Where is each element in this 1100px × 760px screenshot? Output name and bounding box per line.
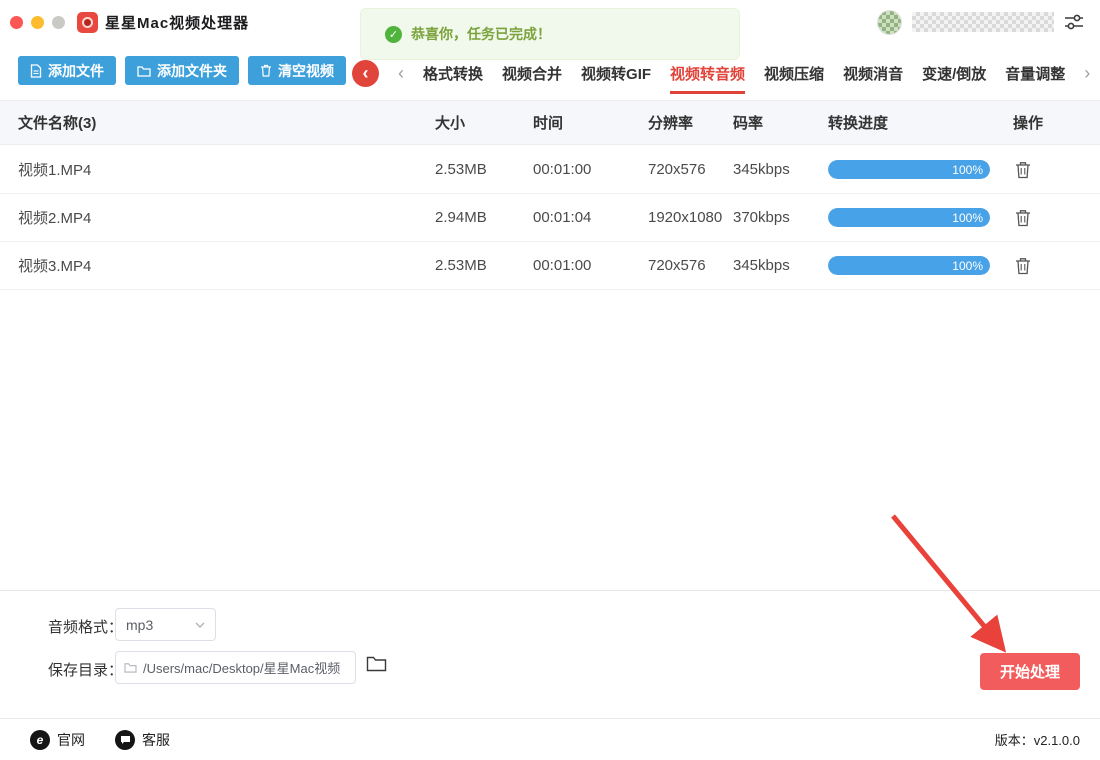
file-size: 2.53MB (435, 257, 487, 274)
trash-icon (261, 64, 271, 77)
col-bitrate: 码率 (733, 115, 764, 132)
delete-row-button[interactable] (1013, 159, 1100, 181)
start-processing-button[interactable]: 开始处理 (980, 653, 1080, 690)
add-folder-button[interactable]: 添加文件夹 (125, 56, 239, 85)
delete-row-button[interactable] (1013, 207, 1100, 229)
add-file-label: 添加文件 (48, 62, 104, 79)
progress-bar: 100% (828, 160, 990, 179)
footer: e 官网 客服 版本：v2.1.0.0 (0, 718, 1100, 760)
file-resolution: 720x576 (648, 257, 706, 274)
username-redacted (912, 12, 1054, 32)
file-name: 视频3.MP4 (18, 258, 92, 275)
tune-icon (1065, 14, 1083, 30)
official-site-link[interactable]: e 官网 (30, 729, 85, 750)
zoom-window-icon[interactable] (52, 15, 65, 29)
official-site-icon: e (30, 729, 50, 750)
tab-volume-adjust[interactable]: 音量调整 (1005, 63, 1065, 84)
add-folder-label: 添加文件夹 (157, 62, 227, 79)
file-name: 视频2.MP4 (18, 210, 92, 227)
window-controls (10, 15, 65, 29)
save-dir-label: 保存目录： (48, 662, 124, 679)
tabs-scroll-right-icon[interactable]: › (1084, 64, 1090, 82)
col-action: 操作 (1013, 115, 1044, 132)
app-logo-icon (77, 11, 98, 33)
file-resolution: 720x576 (648, 161, 706, 178)
clear-videos-label: 清空视频 (278, 62, 334, 79)
minimize-window-icon[interactable] (31, 15, 44, 29)
user-avatar[interactable] (877, 9, 902, 35)
version-text: 版本：v2.1.0.0 (994, 733, 1080, 748)
file-size: 2.94MB (435, 209, 487, 226)
folder-icon (137, 65, 151, 77)
app-title: 星星Mac视频处理器 (105, 14, 250, 32)
titlebar-right (877, 0, 1084, 44)
file-name: 视频1.MP4 (18, 162, 92, 179)
col-resolution: 分辨率 (648, 115, 694, 132)
success-toast: ✓ 恭喜你，任务已完成！ (360, 8, 740, 60)
col-name: 文件名称(3) (18, 115, 97, 132)
file-duration: 00:01:00 (533, 257, 592, 274)
table-row[interactable]: 视频1.MP4 2.53MB 00:01:00 720x576 345kbps … (0, 146, 1100, 194)
tab-video-compress[interactable]: 视频压缩 (764, 63, 824, 84)
file-bitrate: 345kbps (733, 257, 790, 274)
progress-value: 100% (828, 256, 990, 275)
output-settings-panel: 音频格式： mp3 保存目录： /Users/mac/Desktop/星星Mac… (0, 590, 1100, 718)
feature-tabs: ‹ ‹ 格式转换 视频合并 视频转GIF 视频转音频 视频压缩 视频消音 变速/… (352, 56, 1090, 94)
tab-video-to-audio[interactable]: 视频转音频 (670, 63, 746, 94)
file-duration: 00:01:04 (533, 209, 592, 226)
add-file-button[interactable]: 添加文件 (18, 56, 116, 85)
tab-video-to-gif[interactable]: 视频转GIF (581, 63, 651, 84)
toast-message: 恭喜你，任务已完成！ (411, 26, 551, 42)
file-toolbar: 添加文件 添加文件夹 清空视频 (18, 56, 346, 85)
tab-format-convert[interactable]: 格式转换 (423, 63, 483, 84)
folder-icon (124, 663, 137, 673)
browse-folder-button[interactable] (366, 655, 387, 672)
clear-videos-button[interactable]: 清空视频 (248, 56, 346, 85)
customer-service-link[interactable]: 客服 (115, 729, 170, 750)
save-dir-input[interactable]: /Users/mac/Desktop/星星Mac视频 (115, 651, 356, 684)
progress-value: 100% (828, 208, 990, 227)
close-window-icon[interactable] (10, 15, 23, 29)
folder-open-icon (366, 656, 387, 672)
trash-icon (1016, 209, 1030, 226)
back-button[interactable]: ‹ (352, 59, 379, 87)
tab-video-mute[interactable]: 视频消音 (843, 63, 903, 84)
settings-button[interactable] (1064, 13, 1084, 31)
audio-format-select[interactable]: mp3 (115, 608, 216, 641)
table-row[interactable]: 视频2.MP4 2.94MB 00:01:04 1920x1080 370kbp… (0, 194, 1100, 242)
success-check-icon: ✓ (385, 25, 402, 43)
file-icon (30, 63, 42, 78)
tab-video-merge[interactable]: 视频合并 (502, 63, 562, 84)
audio-format-label: 音频格式： (48, 619, 124, 636)
tab-speed-reverse[interactable]: 变速/倒放 (922, 63, 986, 84)
delete-row-button[interactable] (1013, 255, 1100, 277)
col-size: 大小 (435, 115, 466, 132)
app-window: 星星Mac视频处理器 ✓ 恭喜你，任务已完成！ 添加文件 添加文件夹 清空视频 … (0, 0, 1100, 760)
progress-bar: 100% (828, 256, 990, 275)
trash-icon (1016, 161, 1030, 178)
col-time: 时间 (533, 115, 564, 132)
file-bitrate: 370kbps (733, 209, 790, 226)
file-size: 2.53MB (435, 161, 487, 178)
progress-bar: 100% (828, 208, 990, 227)
chat-bubble-icon (115, 729, 135, 750)
progress-value: 100% (828, 160, 990, 179)
col-progress: 转换进度 (828, 115, 889, 132)
audio-format-value: mp3 (126, 616, 154, 633)
customer-service-label: 客服 (142, 731, 170, 748)
save-dir-value: /Users/mac/Desktop/星星Mac视频 (143, 661, 341, 676)
file-bitrate: 345kbps (733, 161, 790, 178)
trash-icon (1016, 257, 1030, 274)
table-header: 文件名称(3) 大小 时间 分辨率 码率 转换进度 操作 (0, 100, 1100, 145)
chevron-down-icon (195, 622, 205, 628)
table-row[interactable]: 视频3.MP4 2.53MB 00:01:00 720x576 345kbps … (0, 242, 1100, 290)
tabs-scroll-left-icon[interactable]: ‹ (398, 64, 404, 82)
official-site-label: 官网 (57, 731, 85, 748)
file-duration: 00:01:00 (533, 161, 592, 178)
file-resolution: 1920x1080 (648, 209, 723, 226)
